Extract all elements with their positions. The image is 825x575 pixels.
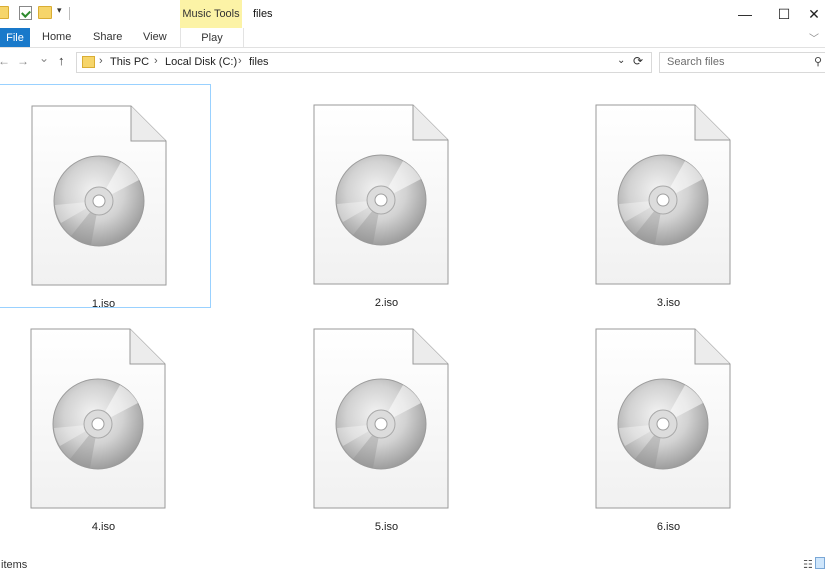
disc-image-file-icon (313, 328, 449, 509)
disc-image-file-icon (313, 104, 449, 285)
breadcrumb-separator: › (238, 55, 242, 67)
breadcrumb-separator: › (99, 55, 103, 67)
tab-file[interactable]: File (0, 28, 30, 47)
toolbar-divider (69, 7, 70, 20)
folder-icon[interactable] (0, 6, 9, 19)
tab-home[interactable]: Home (42, 31, 71, 43)
maximize-button[interactable]: ☐ (764, 0, 804, 28)
file-name: 4.iso (91, 521, 116, 533)
disc-image-file-icon (595, 104, 731, 285)
tab-share[interactable]: Share (93, 31, 122, 43)
folder-icon (82, 56, 95, 68)
tab-play[interactable]: Play (180, 28, 244, 47)
breadcrumb-separator: › (154, 55, 158, 67)
minimize-button[interactable]: — (725, 0, 765, 28)
file-item-3[interactable]: 3.iso (561, 84, 776, 309)
breadcrumb-files[interactable]: files (249, 56, 269, 68)
file-item-6[interactable]: 6.iso (561, 308, 776, 533)
close-button[interactable]: ✕ (803, 0, 825, 28)
file-item-2[interactable]: 2.iso (279, 84, 494, 309)
address-bar[interactable]: › This PC › Local Disk (C:) › files ⌄ ⟳ (76, 52, 652, 73)
title-bar: ▾ Music Tools files — ☐ ✕ (0, 0, 825, 28)
status-bar: items ☷ (0, 552, 825, 575)
music-tools-context-label: Music Tools (180, 0, 242, 28)
search-input[interactable]: Search files ⚲ (659, 52, 825, 73)
tab-view[interactable]: View (143, 31, 167, 43)
breadcrumb-this-pc[interactable]: This PC (110, 56, 149, 68)
large-icons-view-icon[interactable] (815, 557, 825, 569)
properties-icon[interactable] (19, 6, 32, 20)
address-dropdown-icon[interactable]: ⌄ (617, 55, 625, 66)
disc-image-file-icon (30, 328, 166, 509)
recent-locations-icon[interactable]: ⌄ (39, 51, 49, 65)
customize-quick-access-icon[interactable]: ▾ (57, 5, 62, 16)
disc-image-file-icon (31, 105, 167, 286)
navigation-bar: ← → ⌄ ↑ › This PC › Local Disk (C:) › fi… (0, 48, 825, 77)
refresh-icon[interactable]: ⟳ (633, 54, 643, 68)
new-folder-icon[interactable] (38, 6, 52, 19)
ribbon-tabs: File Home Share View Play ﹀ (0, 28, 825, 48)
file-item-5[interactable]: 5.iso (279, 308, 494, 533)
forward-arrow-icon[interactable]: → (17, 54, 29, 68)
file-item-1[interactable]: 1.iso (0, 84, 211, 310)
file-name: 5.iso (374, 521, 399, 533)
back-arrow-icon[interactable]: ← (0, 54, 10, 68)
up-arrow-icon[interactable]: ↑ (58, 53, 65, 68)
expand-ribbon-icon[interactable]: ﹀ (809, 30, 819, 45)
item-count: items (1, 559, 28, 571)
search-placeholder: Search files (667, 56, 725, 68)
file-name: 6.iso (656, 521, 681, 533)
disc-image-file-icon (595, 328, 731, 509)
window-title: files (253, 8, 273, 20)
breadcrumb-local-disk[interactable]: Local Disk (C:) (165, 56, 237, 68)
file-item-4[interactable]: 4.iso (0, 308, 211, 533)
search-icon[interactable]: ⚲ (814, 55, 822, 68)
details-view-icon[interactable]: ☷ (803, 558, 813, 571)
file-list-view[interactable]: 1.iso 2.iso 3.iso 4.iso 5.iso 6.iso (0, 78, 825, 552)
